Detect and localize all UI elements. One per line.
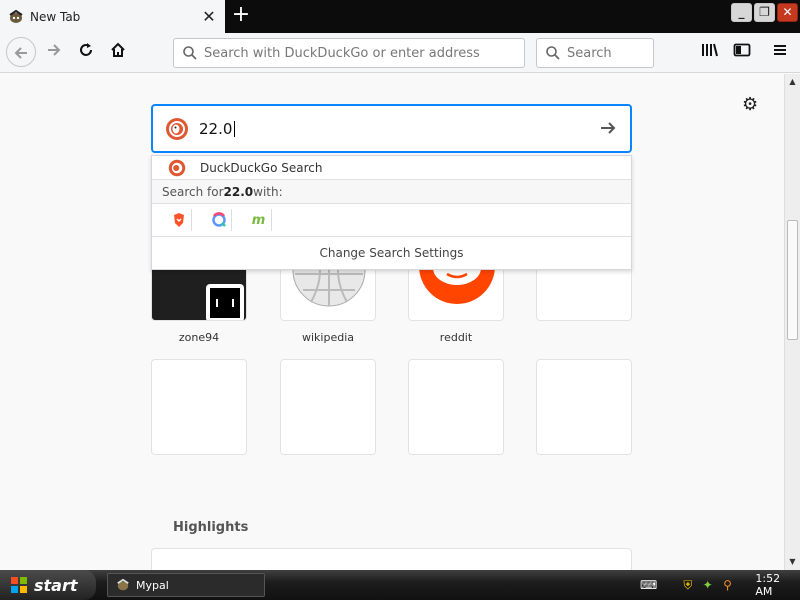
tab-close-icon[interactable]: ✕ — [197, 7, 221, 26]
url-bar[interactable]: Search with DuckDuckGo or enter address — [173, 38, 525, 68]
new-tab-button[interactable]: + — [229, 4, 253, 28]
taskbar-item-mypal[interactable]: Mypal — [107, 573, 265, 597]
go-arrow-icon[interactable] — [598, 118, 618, 138]
newtab-search-input[interactable]: 22.0 — [151, 104, 632, 153]
search-for-prefix: Search for — [162, 184, 224, 199]
search-for-header: Search for 22.0 with: — [152, 180, 631, 204]
search-for-suffix: with: — [253, 184, 283, 199]
scroll-up-arrow-icon[interactable]: ▲ — [785, 74, 800, 90]
top-site-empty[interactable] — [280, 359, 376, 455]
top-site-label: reddit — [439, 331, 473, 344]
search-icon — [546, 46, 560, 60]
hamburger-menu-icon — [774, 45, 786, 55]
brave-lion-icon — [173, 213, 184, 227]
window-controls: _ ❐ ✕ — [731, 3, 798, 22]
home-icon — [111, 42, 125, 57]
top-site-empty[interactable] — [536, 359, 632, 455]
new-tab-page: ⚙ zone94 wikipedia reddit Highlights 22.… — [0, 74, 784, 578]
taskbar: start Mypal ⌨ ⛨ ✦ ⚲ 1:52 AM — [0, 570, 800, 600]
dropdown-engine-row[interactable]: DuckDuckGo Search — [152, 156, 631, 180]
qwant-icon — [211, 212, 226, 227]
system-tray: ⌨ ⛨ ✦ ⚲ 1:52 AM — [640, 570, 800, 600]
start-button[interactable]: start — [0, 570, 96, 600]
tab-strip: New Tab ✕ + _ ❐ ✕ — [0, 0, 800, 33]
windows-logo-icon — [11, 577, 27, 593]
security-shield-icon[interactable]: ⛨ — [680, 577, 696, 593]
search-query-text: 22.0 — [199, 119, 233, 138]
navigation-toolbar: Search with DuckDuckGo or enter address … — [0, 33, 800, 73]
task-label: Mypal — [136, 578, 169, 592]
engine-button-qwant[interactable] — [206, 209, 232, 231]
back-arrow-icon — [14, 47, 27, 59]
minimize-button[interactable]: _ — [731, 3, 752, 22]
mypal-favicon-icon — [8, 9, 24, 25]
text-cursor — [234, 120, 236, 137]
start-label: start — [34, 575, 78, 595]
scroll-down-arrow-icon[interactable]: ▼ — [785, 554, 800, 570]
one-off-engines: m — [152, 204, 631, 237]
forward-arrow-icon — [48, 44, 61, 56]
duckduckgo-icon — [168, 159, 186, 176]
home-button[interactable] — [106, 41, 130, 65]
highlights-heading: Highlights — [173, 520, 249, 535]
change-search-settings-button[interactable]: Change Search Settings — [152, 237, 631, 268]
tab-title: New Tab — [30, 9, 81, 24]
reload-icon — [80, 43, 92, 56]
keyboard-icon[interactable]: ⌨ — [640, 577, 657, 593]
close-window-button[interactable]: ✕ — [777, 3, 798, 22]
mojeek-icon: m — [251, 212, 266, 228]
mypal-app-icon — [117, 578, 129, 591]
sidebar-icon — [733, 43, 751, 57]
back-button[interactable] — [6, 37, 36, 67]
search-placeholder: Search — [567, 45, 612, 61]
forward-button[interactable] — [42, 41, 66, 65]
menu-button[interactable] — [768, 41, 792, 65]
page-scrollbar[interactable]: ▲ ▼ — [784, 74, 800, 570]
search-for-term: 22.0 — [223, 184, 254, 199]
search-suggestions-dropdown: DuckDuckGo Search Search for 22.0 with: … — [151, 155, 632, 270]
url-placeholder: Search with DuckDuckGo or enter address — [204, 45, 480, 61]
engine-label: DuckDuckGo Search — [200, 160, 323, 175]
duckduckgo-logo-icon — [166, 117, 188, 140]
reload-button[interactable] — [74, 41, 98, 65]
scroll-thumb[interactable] — [787, 220, 798, 340]
tab-new-tab[interactable]: New Tab ✕ — [0, 0, 225, 33]
engine-button-brave[interactable] — [166, 209, 192, 231]
search-bar[interactable]: Search — [536, 38, 654, 68]
settings-gear-icon[interactable]: ⚙ — [742, 94, 758, 115]
engine-button-mojeek[interactable]: m — [246, 209, 272, 231]
top-site-empty[interactable] — [151, 359, 247, 455]
clock: 1:52 AM — [755, 572, 781, 598]
top-site-empty[interactable] — [408, 359, 504, 455]
network-icon[interactable]: ✦ — [700, 577, 716, 593]
top-site-label: zone94 — [178, 331, 220, 344]
search-tray-icon[interactable]: ⚲ — [720, 577, 736, 593]
search-icon — [183, 46, 197, 60]
zone94-icon — [206, 284, 244, 320]
top-site-label: wikipedia — [301, 331, 354, 344]
library-icon — [702, 43, 718, 57]
library-button[interactable] — [698, 41, 722, 65]
maximize-button[interactable]: ❐ — [754, 3, 775, 22]
sidebar-button[interactable] — [730, 41, 754, 65]
